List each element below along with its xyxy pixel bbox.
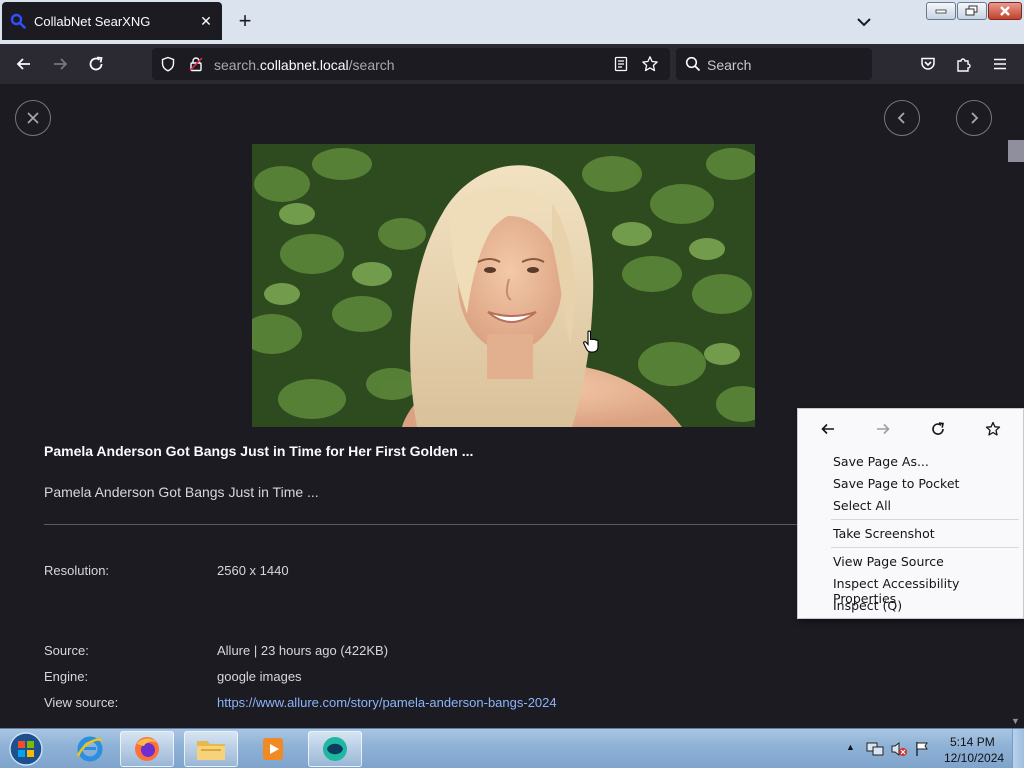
window-minimize-button[interactable] <box>926 2 956 20</box>
tab-strip: CollabNet SearXNG ✕ + <box>0 0 1024 44</box>
source-value: Allure | 23 hours ago (422KB) <box>217 643 389 658</box>
media-player-icon <box>263 738 283 760</box>
app-logo-icon <box>323 737 347 761</box>
taskbar-file-explorer[interactable] <box>184 731 238 767</box>
next-result-button[interactable] <box>956 100 992 136</box>
view-source-link[interactable]: https://www.allure.com/story/pamela-ande… <box>217 695 557 710</box>
reload-icon[interactable] <box>84 52 108 76</box>
menu-item-save-page-as[interactable]: Save Page As... <box>833 454 929 469</box>
volume-muted-icon[interactable] <box>890 741 908 757</box>
close-icon <box>27 112 39 124</box>
chevron-left-icon <box>897 112 905 124</box>
windows-taskbar: ▲ 5:14 PM 12/10/2024 <box>0 728 1024 768</box>
source-label: Source: <box>44 643 89 658</box>
tab-close-icon[interactable]: ✕ <box>198 13 214 30</box>
tab-title: CollabNet SearXNG <box>34 13 151 29</box>
forward-arrow-icon[interactable] <box>48 52 72 76</box>
url-prefix: search. <box>214 57 260 73</box>
resolution-label: Resolution: <box>44 563 110 578</box>
url-path: /search <box>348 57 395 73</box>
context-reload-icon[interactable] <box>926 417 950 441</box>
tracking-protection-shield-icon[interactable] <box>160 56 176 72</box>
taskbar-active-app[interactable] <box>308 731 362 767</box>
new-tab-button[interactable]: + <box>232 8 258 34</box>
context-menu: Save Page As... Save Page to Pocket Sele… <box>797 408 1024 619</box>
result-title: Pamela Anderson Got Bangs Just in Time f… <box>44 443 474 459</box>
close-detail-button[interactable] <box>15 100 51 136</box>
start-button[interactable] <box>4 730 48 768</box>
url-text[interactable]: search.collabnet.local/search <box>214 57 395 73</box>
menu-separator <box>831 519 1019 520</box>
taskbar-internet-explorer[interactable] <box>63 731 117 767</box>
menu-separator <box>831 547 1019 548</box>
chevron-right-icon <box>971 112 979 124</box>
taskbar-media-player[interactable] <box>246 731 300 767</box>
bookmark-star-icon[interactable] <box>641 55 659 73</box>
tab-active[interactable]: CollabNet SearXNG ✕ <box>2 2 222 40</box>
search-placeholder: Search <box>707 57 752 73</box>
url-bar[interactable]: search.collabnet.local/search <box>152 48 670 80</box>
scrollbar-thumb[interactable] <box>1008 140 1024 162</box>
windows-start-orb-icon <box>9 732 43 766</box>
reader-view-icon[interactable] <box>613 56 629 72</box>
result-image[interactable] <box>252 144 755 427</box>
action-center-flag-icon[interactable] <box>914 741 930 757</box>
search-bar[interactable]: Search <box>676 48 872 80</box>
list-all-tabs-icon[interactable] <box>852 10 876 34</box>
searxng-favicon-icon <box>10 13 26 29</box>
context-bookmark-star-icon[interactable] <box>981 417 1005 441</box>
engine-value: google images <box>217 669 302 684</box>
view-source-label: View source: <box>44 695 119 710</box>
taskbar-firefox[interactable] <box>120 731 174 767</box>
context-menu-nav-row <box>798 409 1023 449</box>
firefox-icon <box>135 737 159 761</box>
context-forward-arrow-icon[interactable] <box>871 417 895 441</box>
window-close-button[interactable] <box>988 2 1022 20</box>
system-tray: ▲ 5:14 PM 12/10/2024 <box>842 729 1024 768</box>
pocket-icon[interactable] <box>916 52 940 76</box>
clock-time[interactable]: 5:14 PM <box>950 735 995 749</box>
engine-label: Engine: <box>44 669 89 684</box>
hand-cursor-icon <box>583 330 599 353</box>
url-host: collabnet.local <box>259 57 349 73</box>
app-menu-hamburger-icon[interactable] <box>988 52 1012 76</box>
window-restore-button[interactable] <box>957 2 987 20</box>
result-description: Pamela Anderson Got Bangs Just in Time .… <box>44 484 319 500</box>
folder-icon <box>197 741 225 760</box>
navigation-toolbar: search.collabnet.local/search Search <box>0 44 1024 84</box>
search-icon <box>685 56 701 72</box>
menu-item-view-page-source[interactable]: View Page Source <box>833 554 944 569</box>
resolution-value: 2560 x 1440 <box>217 563 289 578</box>
extensions-puzzle-icon[interactable] <box>952 52 976 76</box>
show-desktop-button[interactable] <box>1012 729 1024 768</box>
internet-explorer-icon <box>76 736 103 762</box>
clock-date[interactable]: 12/10/2024 <box>944 751 1004 765</box>
show-hidden-icons-icon[interactable]: ▲ <box>846 742 855 752</box>
page-content: Pamela Anderson Got Bangs Just in Time f… <box>0 84 1024 728</box>
vertical-scrollbar[interactable]: ▼ <box>1007 84 1024 728</box>
previous-result-button[interactable] <box>884 100 920 136</box>
menu-item-save-to-pocket[interactable]: Save Page to Pocket <box>833 476 959 491</box>
menu-item-select-all[interactable]: Select All <box>833 498 891 513</box>
back-arrow-icon[interactable] <box>12 52 36 76</box>
menu-item-take-screenshot[interactable]: Take Screenshot <box>833 526 935 541</box>
menu-item-inspect[interactable]: Inspect (Q) <box>833 598 902 613</box>
insecure-lock-icon[interactable] <box>188 56 204 72</box>
network-icon[interactable] <box>866 741 884 757</box>
divider <box>44 524 824 525</box>
scroll-down-arrow-icon[interactable]: ▼ <box>1011 716 1020 726</box>
context-back-arrow-icon[interactable] <box>816 417 840 441</box>
